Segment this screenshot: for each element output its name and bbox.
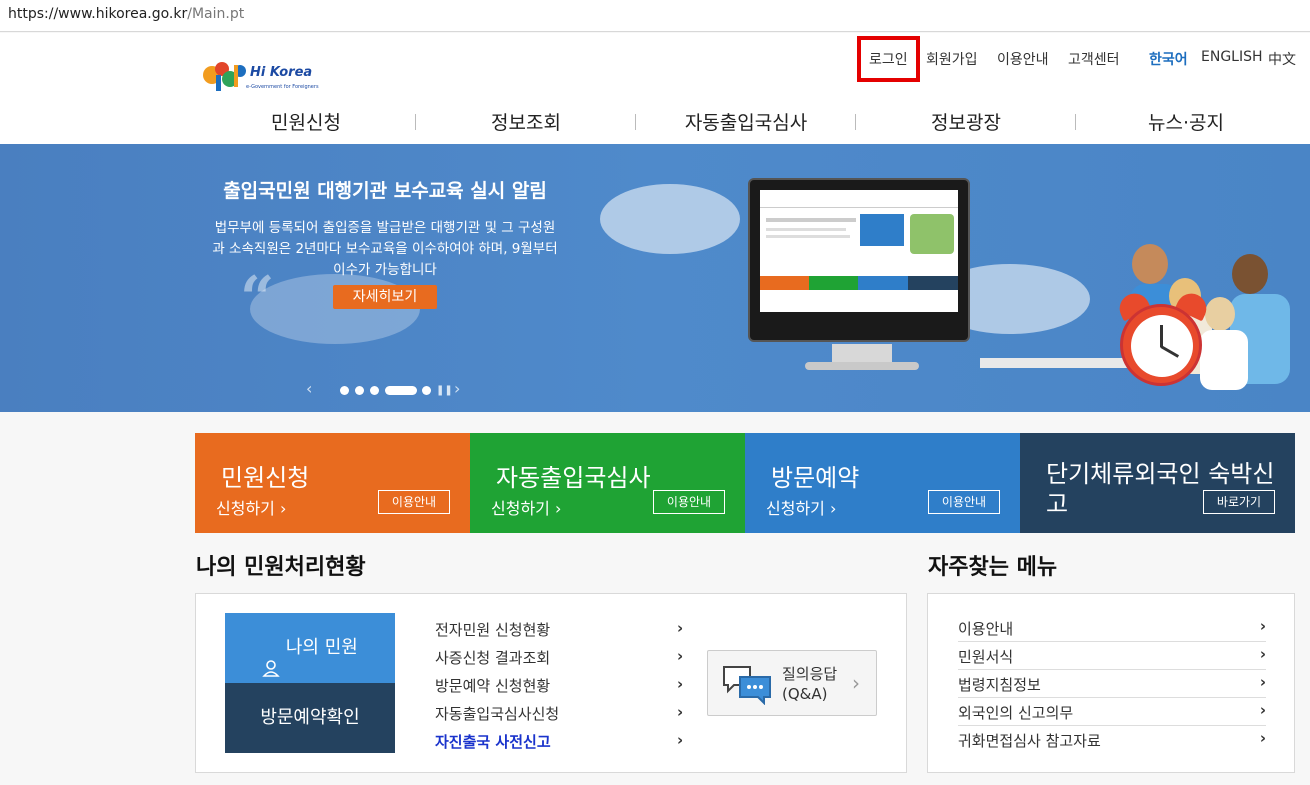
favorites-title: 자주찾는 메뉴 xyxy=(928,555,1058,580)
lang-chinese-link[interactable]: 中文 xyxy=(1268,49,1296,69)
tile-apply-link[interactable]: 신청하기 › xyxy=(216,495,286,519)
qa-subtitle: (Q&A) xyxy=(782,685,828,703)
chevron-right-icon: › xyxy=(677,647,684,665)
my-status-title: 나의 민원처리현황 xyxy=(196,555,366,580)
nav-info-lookup[interactable]: 정보조회 xyxy=(416,108,636,135)
link-voluntary-departure[interactable]: 자진출국 사전신고 xyxy=(435,731,551,752)
address-bar[interactable]: https://www.hikorea.go.kr/Main.pt xyxy=(0,0,1310,32)
lang-english-link[interactable]: ENGLISH xyxy=(1201,49,1263,65)
fav-item-report-duty[interactable]: 외국인의 신고의무 › xyxy=(958,698,1266,726)
qa-title: 질의응답 xyxy=(782,665,838,683)
my-civil-button[interactable]: 나의 민원 xyxy=(225,613,395,683)
banner-body: 법무부에 등록되어 출입증을 발급받은 대행기관 및 그 구성원과 소속직원은 … xyxy=(212,220,558,278)
quick-service-tiles: 민원신청 신청하기 › 이용안내 자동출입국심사 신청하기 › 이용안내 방문예… xyxy=(195,433,1295,533)
carousel-dot[interactable] xyxy=(370,386,379,395)
login-link[interactable]: 로그인 xyxy=(869,49,908,69)
qa-button[interactable]: 질의응답 (Q&A) › xyxy=(707,650,877,716)
tile-short-stay-lodging[interactable]: 단기체류외국인 숙박신고 바로가기 xyxy=(1020,433,1295,533)
chevron-right-icon: › xyxy=(1259,617,1266,635)
chevron-right-icon: › xyxy=(677,703,684,721)
lang-korean-link[interactable]: 한국어 xyxy=(1149,49,1188,69)
link-e-civil-status[interactable]: 전자민원 신청현황 xyxy=(435,619,550,640)
tile-guide-button[interactable]: 이용안내 xyxy=(653,490,725,514)
tile-apply-link[interactable]: 신청하기 › xyxy=(766,495,836,519)
link-auto-immigration-apply[interactable]: 자동출입국심사신청 xyxy=(435,703,559,724)
monitor-screen xyxy=(760,190,958,312)
cloud-decor xyxy=(600,184,740,254)
alarm-clock-icon xyxy=(1120,304,1202,386)
my-civil-label: 나의 민원 xyxy=(285,637,358,658)
chevron-right-icon: › xyxy=(1259,729,1266,747)
fav-item-naturalization[interactable]: 귀화면접심사 참고자료 › xyxy=(958,726,1266,754)
nav-news-notice[interactable]: 뉴스·공지 xyxy=(1076,108,1296,135)
monitor-base xyxy=(805,362,919,370)
fav-item-laws[interactable]: 법령지침정보 › xyxy=(958,670,1266,698)
visit-check-button[interactable]: 방문예약확인 xyxy=(225,683,395,753)
chevron-right-icon: › xyxy=(677,731,684,749)
url-host: https://www.hikorea.go.kr xyxy=(8,6,188,22)
link-visit-status[interactable]: 방문예약 신청현황 xyxy=(435,675,550,696)
chevron-right-icon: › xyxy=(677,675,684,693)
tile-visit-reservation[interactable]: 방문예약 신청하기 › 이용안내 xyxy=(745,433,1020,533)
qa-label: 질의응답 (Q&A) xyxy=(782,664,837,704)
chevron-right-icon: › xyxy=(1259,645,1266,663)
fav-item-forms[interactable]: 민원서식 › xyxy=(958,642,1266,670)
carousel-dot-active[interactable] xyxy=(385,386,417,395)
fav-label: 이용안내 xyxy=(958,620,1014,638)
tile-guide-button[interactable]: 이용안내 xyxy=(928,490,1000,514)
nav-info-plaza[interactable]: 정보광장 xyxy=(856,108,1076,135)
site-header: Hi Korea e-Government for Foreigners 로그인… xyxy=(0,33,1310,144)
user-icon xyxy=(262,637,280,677)
carousel-prev-icon[interactable]: ‹ xyxy=(306,379,312,398)
tile-shortcut-button[interactable]: 바로가기 xyxy=(1203,490,1275,514)
nav-auto-immigration[interactable]: 자동출입국심사 xyxy=(636,108,856,135)
chevron-right-icon: › xyxy=(1259,673,1266,691)
url-path: /Main.pt xyxy=(187,6,245,22)
logo-text: Hi Korea xyxy=(250,65,313,80)
carousel-dot[interactable] xyxy=(422,386,431,395)
logo-subtext: e-Government for Foreigners xyxy=(246,84,319,90)
fav-item-guide[interactable]: 이용안내 › xyxy=(958,614,1266,642)
fav-label: 외국인의 신고의무 xyxy=(958,704,1074,722)
main-nav: 민원신청 정보조회 자동출입국심사 정보광장 뉴스·공지 xyxy=(196,108,1296,138)
chevron-right-icon: › xyxy=(677,619,684,637)
chevron-right-icon: › xyxy=(1259,701,1266,719)
tile-guide-button[interactable]: 이용안내 xyxy=(378,490,450,514)
people-illustration xyxy=(1130,244,1290,390)
chat-bubbles-icon xyxy=(723,666,771,705)
banner-title: 출입국민원 대행기관 보수교육 실시 알림 xyxy=(223,180,547,202)
tile-title: 방문예약 xyxy=(771,464,860,492)
tile-title: 민원신청 xyxy=(221,464,310,492)
monitor-illustration xyxy=(748,178,970,370)
chevron-right-icon: › xyxy=(852,671,860,695)
carousel-next-icon[interactable]: › xyxy=(454,379,460,398)
signup-link[interactable]: 회원가입 xyxy=(926,49,978,69)
support-link[interactable]: 고객센터 xyxy=(1068,49,1120,69)
tile-auto-immigration[interactable]: 자동출입국심사 신청하기 › 이용안내 xyxy=(470,433,745,533)
carousel-pause-icon[interactable]: ❚❚ xyxy=(436,385,453,396)
fav-label: 민원서식 xyxy=(958,648,1014,666)
nav-civil-application[interactable]: 민원신청 xyxy=(196,108,416,135)
fav-label: 법령지침정보 xyxy=(958,676,1041,694)
fav-label: 귀화면접심사 참고자료 xyxy=(958,732,1101,750)
carousel-dot[interactable] xyxy=(355,386,364,395)
tile-civil-application[interactable]: 민원신청 신청하기 › 이용안내 xyxy=(195,433,470,533)
guide-link[interactable]: 이용안내 xyxy=(997,49,1049,69)
banner-detail-button[interactable]: 자세히보기 xyxy=(333,285,437,309)
tile-title: 자동출입국심사 xyxy=(496,464,651,492)
monitor-stand xyxy=(832,344,892,364)
hero-banner: “ 출입국민원 대행기관 보수교육 실시 알림 법무부에 등록되어 출입증을 발… xyxy=(0,144,1310,412)
tile-apply-link[interactable]: 신청하기 › xyxy=(491,495,561,519)
link-visa-result[interactable]: 사증신청 결과조회 xyxy=(435,647,550,668)
carousel-dot[interactable] xyxy=(340,386,349,395)
